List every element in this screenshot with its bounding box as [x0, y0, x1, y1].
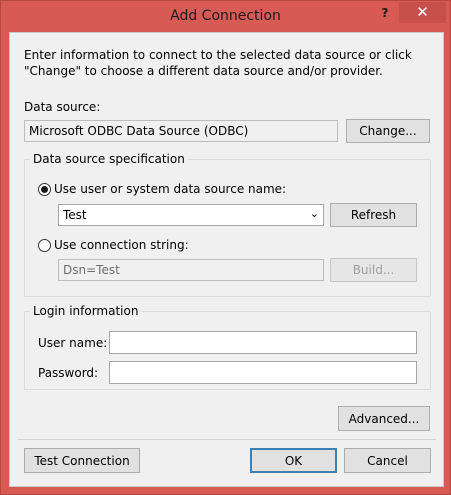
intro-text: Enter information to connect to the sele…: [24, 48, 412, 78]
cancel-button[interactable]: Cancel: [344, 448, 431, 473]
connection-string-field: Dsn=Test: [58, 259, 324, 281]
build-button: Build...: [330, 258, 417, 282]
username-label: User name:: [38, 336, 108, 350]
use-connection-string-label[interactable]: Use connection string:: [54, 238, 189, 252]
dsn-select[interactable]: Test ⌄: [58, 204, 324, 226]
use-dsn-radio[interactable]: [38, 183, 51, 196]
radio-selected-dot: [41, 186, 48, 193]
use-connection-string-radio[interactable]: [38, 239, 51, 252]
data-source-label: Data source:: [24, 100, 101, 114]
ok-button[interactable]: OK: [250, 448, 337, 473]
change-button[interactable]: Change...: [346, 119, 430, 143]
chevron-down-icon: ⌄: [309, 207, 319, 220]
add-connection-dialog: Add Connection ? ✕ Enter information to …: [0, 0, 451, 495]
title-bar[interactable]: Add Connection ? ✕: [1, 1, 450, 32]
password-label: Password:: [38, 366, 99, 380]
refresh-button[interactable]: Refresh: [330, 203, 417, 227]
password-input[interactable]: [109, 361, 417, 384]
login-info-legend: Login information: [30, 304, 142, 318]
dsn-select-value: Test: [63, 208, 87, 222]
data-source-spec-legend: Data source specification: [30, 152, 188, 166]
help-icon[interactable]: ?: [377, 6, 393, 22]
footer-divider: [18, 439, 436, 440]
test-connection-button[interactable]: Test Connection: [24, 448, 140, 473]
username-input[interactable]: [109, 331, 417, 354]
use-dsn-label[interactable]: Use user or system data source name:: [54, 182, 286, 196]
advanced-button[interactable]: Advanced...: [338, 406, 430, 431]
data-source-field: Microsoft ODBC Data Source (ODBC): [24, 120, 338, 142]
close-icon[interactable]: ✕: [399, 2, 446, 23]
dialog-body: Enter information to connect to the sele…: [9, 32, 444, 487]
